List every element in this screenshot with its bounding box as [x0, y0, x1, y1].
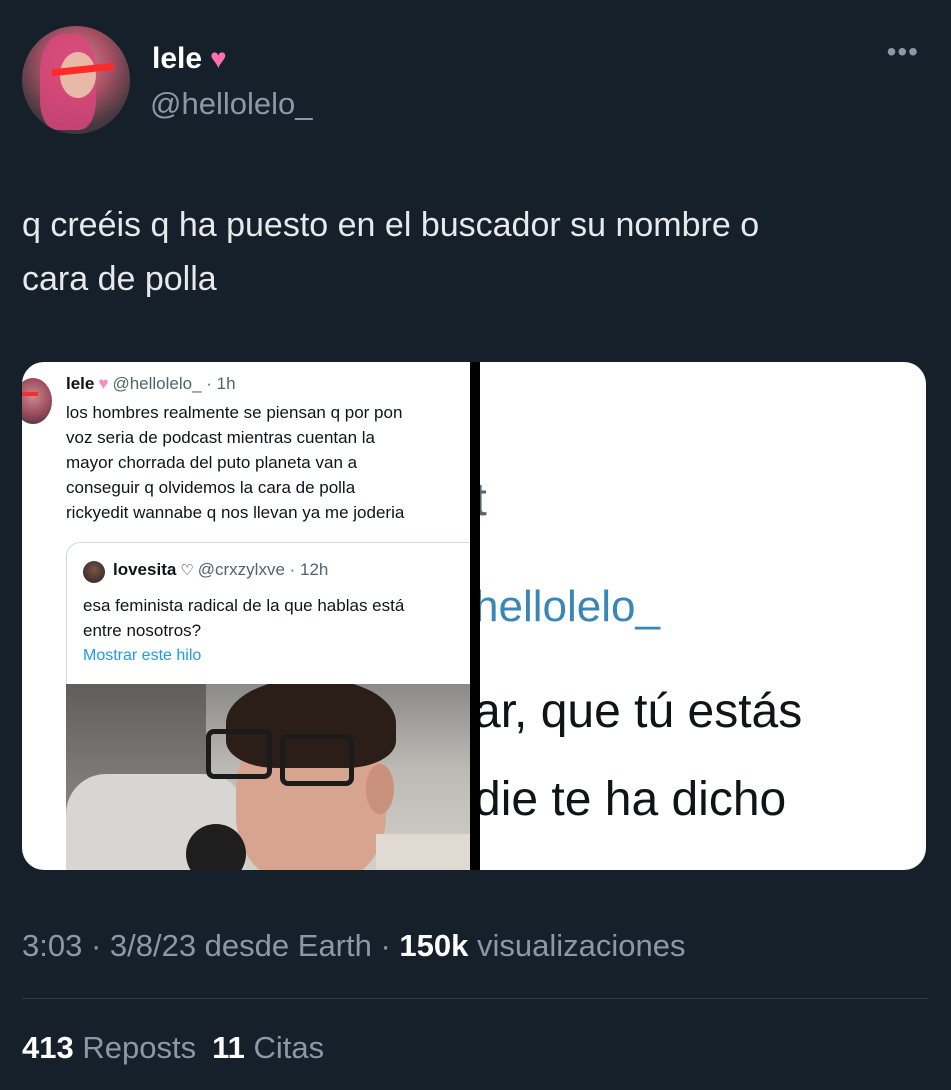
embedded-handle-time: @hellolelo_ · 1h: [112, 374, 236, 393]
zoomed-text-line: ar, que tú estás: [480, 685, 803, 738]
reposts-count: 413: [22, 1030, 74, 1065]
embedded-text-line: mayor chorrada del puto planeta van a: [66, 453, 358, 472]
reposts-stat[interactable]: 413 Reposts: [22, 1030, 196, 1065]
embedded-author-name: lele: [66, 374, 95, 393]
show-thread-link: Mostrar este hilo: [83, 647, 202, 664]
pink-heart-icon: ♥: [210, 43, 227, 74]
tweet-text: q creéis q ha puesto en el buscador su n…: [22, 198, 932, 306]
quote-header: lovesita ♡ @crxzylxve · 12h: [113, 560, 328, 580]
more-options-icon[interactable]: •••: [887, 36, 919, 68]
media-left-screenshot[interactable]: lele ♥ @hellolelo_ · 1h los hombres realme…: [22, 362, 470, 870]
heart-outline-icon: ♡: [180, 562, 194, 579]
media-right-screenshot[interactable]: t hellolelo_ ar, que tú estás die te ha …: [480, 362, 926, 870]
embedded-text-line: los hombres realmente se piensan q por p…: [66, 403, 403, 422]
zoomed-text-line: t: [480, 473, 487, 525]
avatar[interactable]: [22, 26, 130, 134]
embedded-tweet-text: los hombres realmente se piensan q por p…: [66, 400, 470, 525]
quote-text-line: esa feminista radical de la que hablas e…: [83, 596, 405, 615]
views-label: visualizaciones: [468, 928, 686, 963]
embedded-tweet-header: lele ♥ @hellolelo_ · 1h: [66, 374, 236, 394]
tweet-stats: 413 Reposts 11 Citas: [22, 1030, 324, 1066]
tweet-text-line: q creéis q ha puesto en el buscador su n…: [22, 206, 760, 244]
embedded-text-line: rickyedit wannabe q nos llevan ya me jod…: [66, 503, 405, 522]
quotes-count: 11: [212, 1030, 245, 1065]
reposts-label: Reposts: [73, 1030, 197, 1065]
photo-shoulder: [376, 834, 470, 870]
author-handle[interactable]: @hellolelo_: [150, 86, 312, 122]
zoomed-text-line: die te ha dicho: [480, 773, 787, 826]
pink-heart-icon: ♥: [98, 374, 109, 393]
views-count: 150k: [399, 928, 469, 963]
photo-glasses-right: [280, 734, 354, 786]
embedded-quote-tweet: lovesita ♡ @crxzylxve · 12h esa feminista …: [66, 542, 470, 683]
embedded-photo: [66, 684, 470, 870]
tweet-text-line: cara de polla: [22, 260, 217, 298]
quote-handle-time: @crxzylxve · 12h: [197, 560, 329, 579]
embedded-avatar-censor: [22, 392, 38, 396]
zoomed-handle: hellolelo_: [480, 582, 660, 631]
quote-text: esa feminista radical de la que hablas e…: [83, 593, 470, 643]
embedded-text-line: conseguir q olvidemos la cara de polla: [66, 478, 356, 497]
quote-text-line: entre nosotros?: [83, 621, 202, 640]
embedded-avatar: [22, 378, 52, 424]
embedded-text-line: voz seria de podcast mientras cuentan la: [66, 428, 376, 447]
tweet-header: lele ♥ @hellolelo_ •••: [22, 26, 929, 136]
author-name-row[interactable]: lele ♥: [152, 42, 227, 76]
quote-avatar: [83, 561, 105, 583]
photo-ear: [366, 764, 394, 814]
divider: [22, 998, 929, 999]
tweet-meta: 3:03 · 3/8/23 desde Earth · 150k visuali…: [22, 928, 685, 964]
quotes-label: Citas: [244, 1030, 325, 1065]
author-name[interactable]: lele: [152, 42, 202, 75]
quote-author-name: lovesita: [113, 560, 177, 579]
time-date-source[interactable]: 3:03 · 3/8/23 desde Earth ·: [22, 928, 399, 963]
quotes-stat[interactable]: 11 Citas: [212, 1030, 324, 1065]
tweet-media[interactable]: lele ♥ @hellolelo_ · 1h los hombres realme…: [22, 362, 926, 870]
avatar-face: [60, 52, 96, 98]
photo-glasses-left: [206, 729, 272, 779]
